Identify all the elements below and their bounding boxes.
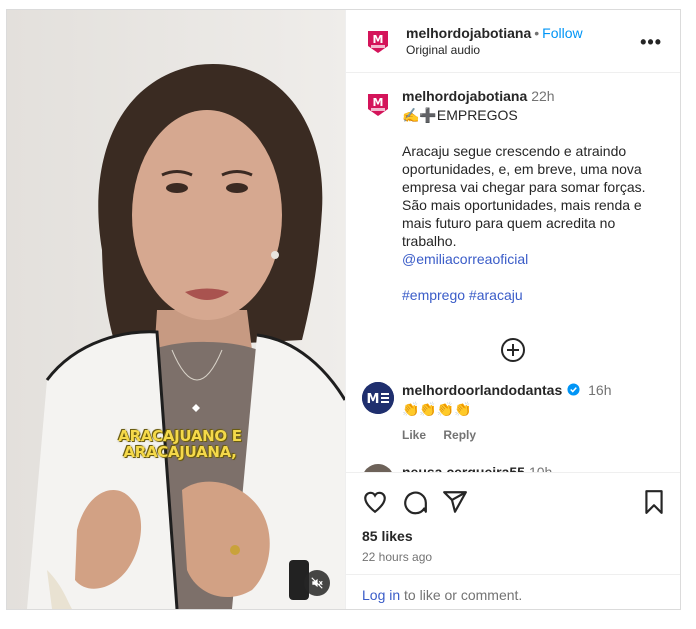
overlay-line-2: ARACAJUANA, — [123, 443, 237, 461]
brand-logo-icon: M — [368, 94, 388, 116]
svg-text:M: M — [367, 392, 380, 407]
comment-item: neusa.cerqueira55 10h — [346, 464, 680, 472]
comment-username[interactable]: neusa.cerqueira55 — [402, 464, 525, 472]
caption-username[interactable]: melhordojabotiana — [402, 88, 527, 104]
likes-count[interactable]: 85 likes — [362, 528, 413, 544]
orlando-logo-icon: M — [362, 382, 394, 414]
comment-item: M melhordoorlandodantas 16h 👏👏👏👏 Like Re… — [346, 382, 680, 442]
svg-text:M: M — [373, 96, 384, 109]
video-caption-overlay: ARACAJUANO E ARACAJUANA, — [95, 428, 265, 460]
action-bar — [360, 489, 665, 517]
login-prompt: Log in to like or comment. — [346, 574, 680, 609]
separator: • — [534, 25, 540, 41]
avatar[interactable] — [362, 464, 394, 472]
avatar[interactable]: M — [362, 382, 394, 414]
caption-body: Aracaju segue crescendo e atraindo oport… — [402, 143, 646, 249]
video-player[interactable]: ARACAJUANO E ARACAJUANA, — [7, 10, 345, 609]
comment-username[interactable]: melhordoorlandodantas — [402, 382, 562, 398]
svg-text:M: M — [373, 33, 384, 46]
follow-button[interactable]: Follow — [542, 25, 582, 41]
mute-button[interactable] — [304, 570, 330, 596]
more-icon: ••• — [640, 32, 662, 52]
caption-block: M melhordojabotiana 22h ✍️➕EMPREGOS Araca… — [346, 88, 680, 304]
add-circle-icon — [501, 338, 525, 362]
audio-label[interactable]: Original audio — [406, 42, 583, 58]
caption-time: 22h — [531, 88, 555, 104]
heart-icon[interactable] — [362, 489, 388, 515]
comment-icon[interactable] — [402, 489, 428, 515]
overlay-line-1: ARACAJUANO E — [118, 427, 242, 445]
post-sidebar: M melhordojabotiana • Follow Original audi… — [345, 10, 680, 609]
caption-hashtags[interactable]: #emprego #aracaju — [402, 286, 665, 304]
post-modal: ARACAJUANO E ARACAJUANA, M melhordojabot… — [6, 9, 681, 610]
comments-scroll[interactable]: M melhordojabotiana 22h ✍️➕EMPREGOS Araca… — [346, 74, 680, 472]
post-header: M melhordojabotiana • Follow Original audi… — [346, 10, 680, 73]
login-link[interactable]: Log in — [362, 587, 400, 603]
comment-text: 👏👏👏👏 — [402, 401, 472, 417]
avatar[interactable]: M — [362, 88, 394, 120]
caption-headline: ✍️➕EMPREGOS — [402, 107, 518, 123]
brand-logo-icon: M — [368, 31, 388, 53]
share-icon[interactable] — [442, 489, 468, 515]
login-prompt-text: to like or comment. — [400, 587, 523, 603]
comment-time: 16h — [588, 382, 612, 398]
video-frame — [7, 10, 345, 609]
like-comment-button[interactable]: Like — [402, 428, 426, 442]
caption-mention-link[interactable]: @emiliacorreaoficial — [402, 250, 665, 268]
post-timestamp: 22 hours ago — [362, 550, 433, 564]
load-more-comments-button[interactable] — [500, 337, 526, 363]
verified-badge-icon — [567, 383, 580, 396]
more-options-button[interactable]: ••• — [640, 32, 662, 53]
comment-time: 10h — [528, 464, 553, 472]
post-username[interactable]: melhordojabotiana — [406, 25, 531, 41]
mute-icon — [311, 577, 323, 589]
reply-button[interactable]: Reply — [443, 428, 476, 442]
bookmark-icon[interactable] — [643, 489, 665, 515]
avatar[interactable]: M — [362, 25, 394, 57]
post-footer: 85 likes 22 hours ago Log in to like or … — [346, 472, 680, 609]
